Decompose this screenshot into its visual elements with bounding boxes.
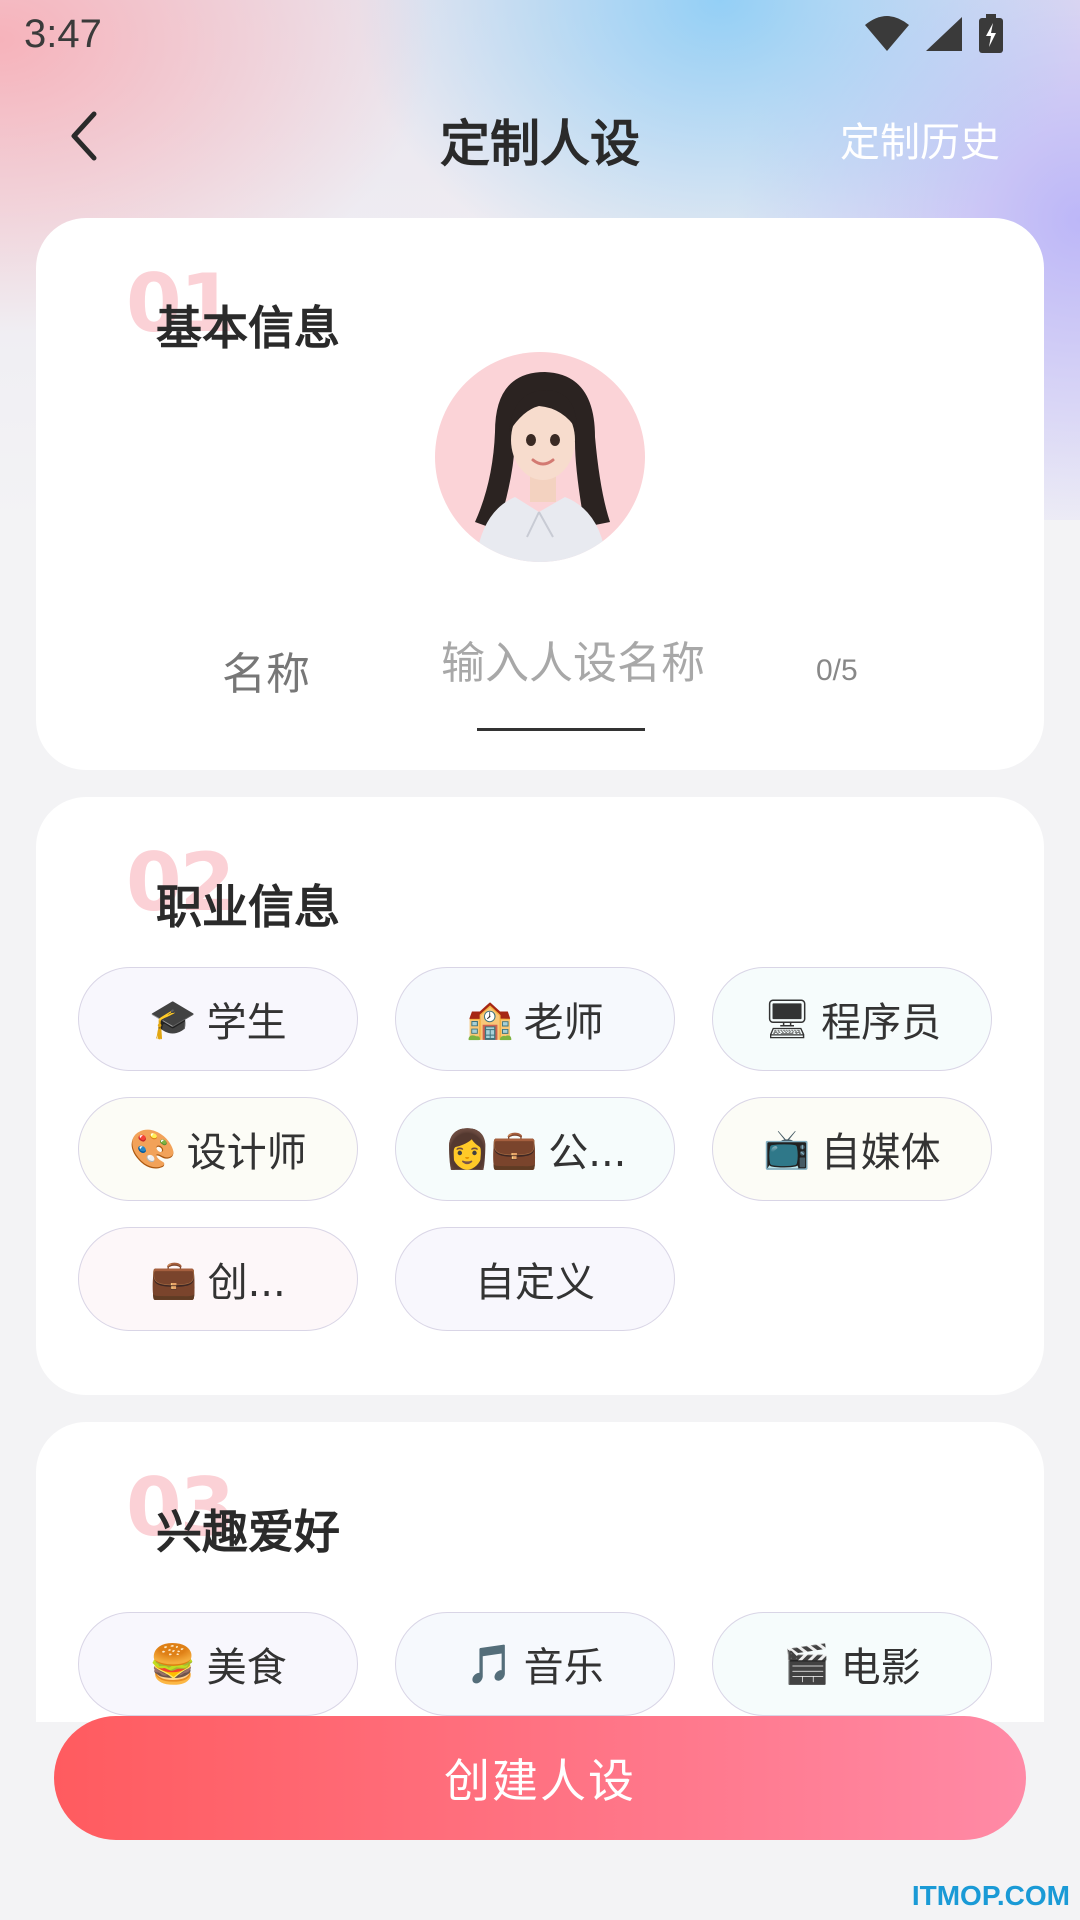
persona-name-input[interactable] [428, 628, 718, 698]
app-header: 定制人设 定制历史 [0, 90, 1080, 182]
section-title: 兴趣爱好 [156, 1505, 340, 1559]
status-icons [864, 14, 1004, 54]
job-info-card: 02 职业信息 🎓 学生 🏫 老师 🖥 程序员 🎨 设计师 👩💼 公... 📺 … [36, 797, 1044, 1395]
basic-info-card: 01 基本信息 名称 0/5 [36, 218, 1044, 770]
briefcase-icon: 💼 [150, 1256, 198, 1301]
job-option-teacher[interactable]: 🏫 老师 [395, 967, 675, 1071]
job-option-custom[interactable]: 自定义 [395, 1227, 675, 1331]
computer-icon: 🖥 [762, 996, 812, 1041]
hobby-option-movie[interactable]: 🎬 电影 [712, 1612, 992, 1716]
burger-icon: 🍔 [149, 1641, 197, 1686]
chip-label: 老师 [523, 1000, 604, 1046]
chip-label: 自定义 [475, 1260, 595, 1306]
avatar[interactable] [435, 352, 645, 562]
status-time: 3:47 [24, 12, 102, 56]
name-input-underline [477, 728, 645, 731]
palette-icon: 🎨 [129, 1126, 177, 1171]
job-option-office-worker[interactable]: 👩💼 公... [395, 1097, 675, 1201]
hobby-option-food[interactable]: 🍔 美食 [78, 1612, 358, 1716]
status-bar: 3:47 [0, 0, 1080, 76]
chip-label: 设计师 [186, 1130, 307, 1176]
name-label: 名称 [222, 649, 310, 700]
battery-charging-icon [979, 14, 1003, 53]
section-title: 基本信息 [156, 301, 340, 355]
school-icon: 🏫 [466, 996, 514, 1041]
name-char-count: 0/5 [816, 654, 858, 687]
wifi-icon [865, 16, 909, 51]
job-option-programmer[interactable]: 🖥 程序员 [712, 967, 992, 1071]
job-option-student[interactable]: 🎓 学生 [78, 967, 358, 1071]
chip-label: 学生 [206, 1000, 287, 1046]
watermark: ITMOP.COM [911, 1880, 1070, 1911]
chip-label: 创... [207, 1260, 286, 1306]
office-worker-icon: 👩💼 [443, 1126, 539, 1171]
chip-label: 程序员 [821, 1000, 942, 1046]
chip-label: 公... [548, 1130, 627, 1176]
cellular-signal-icon [926, 17, 962, 51]
section-title: 职业信息 [156, 880, 340, 934]
job-option-self-media[interactable]: 📺 自媒体 [712, 1097, 992, 1201]
hobby-info-card: 03 兴趣爱好 🍔 美食 🎵 音乐 🎬 电影 [36, 1422, 1044, 1722]
tv-icon: 📺 [763, 1126, 811, 1171]
music-note-icon: 🎵 [466, 1641, 514, 1686]
chip-label: 自媒体 [820, 1130, 941, 1176]
clapperboard-icon: 🎬 [783, 1641, 831, 1686]
job-option-entrepreneur[interactable]: 💼 创... [78, 1227, 358, 1331]
job-option-designer[interactable]: 🎨 设计师 [78, 1097, 358, 1201]
chip-label: 音乐 [523, 1645, 604, 1691]
graduation-cap-icon: 🎓 [149, 996, 197, 1041]
customization-history-link[interactable]: 定制历史 [840, 110, 1000, 168]
chip-label: 电影 [840, 1645, 921, 1691]
create-persona-button[interactable]: 创建人设 [54, 1716, 1026, 1840]
chip-label: 美食 [206, 1645, 287, 1691]
hobby-option-music[interactable]: 🎵 音乐 [395, 1612, 675, 1716]
avatar-portrait-illustration [475, 372, 610, 562]
